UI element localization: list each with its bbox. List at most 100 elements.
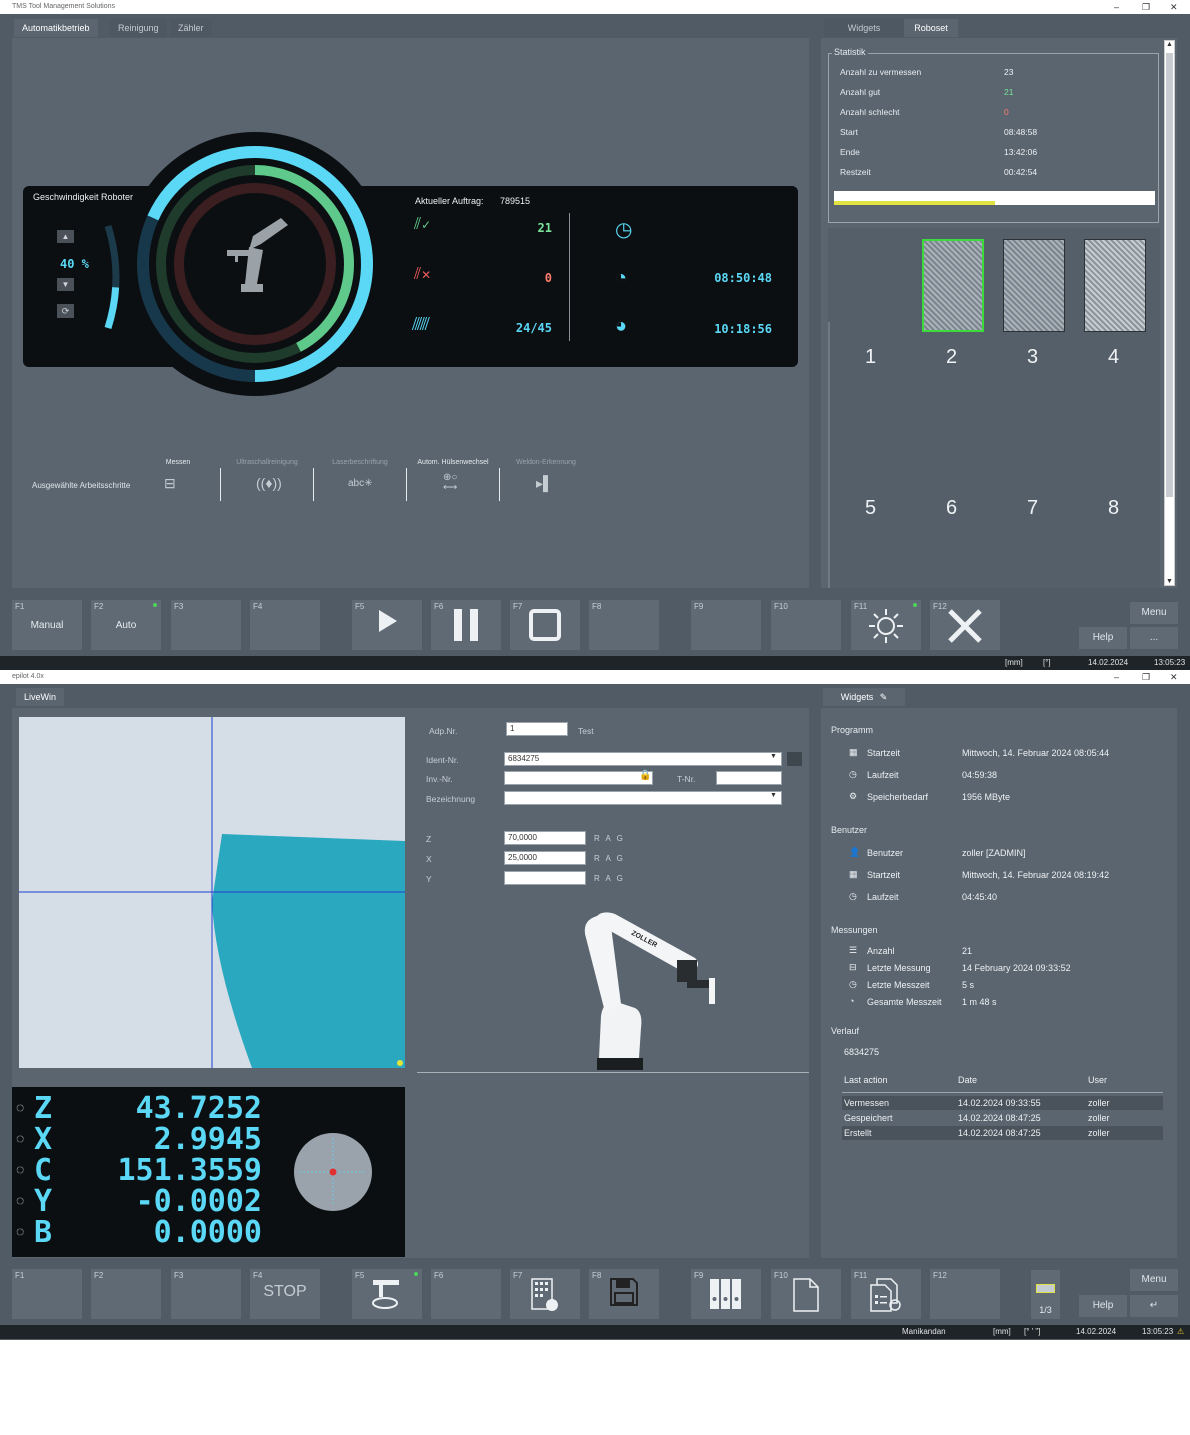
fkey-f9[interactable]: F9: [691, 600, 761, 650]
tab-automatikbetrieb[interactable]: Automatikbetrieb: [14, 19, 98, 37]
fkey-f2[interactable]: F2: [91, 1269, 161, 1319]
help-button[interactable]: Help: [1079, 627, 1127, 649]
fkey-f12[interactable]: F12: [930, 1269, 1000, 1319]
bezeichnung-field[interactable]: [504, 791, 782, 805]
table-row[interactable]: Gespeichert 14.02.2024 08:47:25 zoller: [842, 1111, 1163, 1125]
stat-label: Anzahl zu vermessen: [840, 67, 922, 77]
t-nr-label: T-Nr.: [677, 774, 696, 784]
speed-reset-button[interactable]: ⟳: [57, 304, 74, 318]
verlauf-header: Verlauf: [831, 1026, 860, 1036]
weldon-icon[interactable]: ▸▌: [536, 475, 553, 492]
fkey-number: F2: [94, 1271, 104, 1280]
fkey-f6[interactable]: F6: [431, 600, 501, 650]
sleeve-change-icon[interactable]: ⊕○ ⟷: [443, 473, 457, 493]
vertical-scrollbar[interactable]: ▲ ▼: [1164, 40, 1175, 586]
tab-livewin[interactable]: LiveWin: [16, 688, 65, 706]
close-window-button[interactable]: ✕: [1170, 0, 1178, 14]
t-nr-field[interactable]: [716, 771, 782, 785]
fkey-f10[interactable]: F10: [771, 1269, 841, 1319]
adp-field[interactable]: 1: [506, 722, 568, 736]
speed-gauge: [104, 224, 120, 330]
list-icon: ☰: [849, 945, 858, 955]
fkey-f5[interactable]: F5: [352, 600, 422, 650]
axis-value: 43.7252: [135, 1091, 262, 1126]
bezeichnung-dropdown-icon[interactable]: ▼: [770, 792, 777, 799]
page-indicator[interactable]: 1/3: [1031, 1270, 1060, 1319]
fkey-label: Manual: [30, 620, 64, 631]
fkey-f7[interactable]: F7: [510, 600, 580, 650]
fkey-f6[interactable]: F6: [431, 1269, 501, 1319]
magazine-slot-3[interactable]: [1003, 239, 1065, 332]
p-lauf-label: Laufzeit: [867, 770, 899, 780]
minimize-button[interactable]: –: [1114, 0, 1119, 14]
axis-probe-icon: ◌: [16, 1223, 25, 1239]
fkey-f12[interactable]: F12: [930, 600, 1000, 650]
scroll-thumb[interactable]: [1166, 53, 1173, 497]
more-button[interactable]: ...: [1130, 627, 1178, 649]
warning-icon[interactable]: ⚠: [1177, 1325, 1184, 1339]
fkey-f3[interactable]: F3: [171, 1269, 241, 1319]
fkey-f8[interactable]: F8: [589, 1269, 659, 1319]
tab-widgets[interactable]: Widgets ✎: [823, 688, 905, 706]
enter-button[interactable]: ↵: [1130, 1295, 1178, 1317]
tab-widgets[interactable]: Widgets: [824, 19, 904, 37]
fkey-f11[interactable]: F11: [851, 1269, 921, 1319]
magazine-slot-4[interactable]: [1084, 239, 1146, 332]
ident-dropdown-icon[interactable]: ▼: [770, 753, 777, 760]
x-rag: R A G: [594, 854, 625, 863]
tab-zaehler[interactable]: Zähler: [170, 19, 212, 37]
menu-button[interactable]: Menu: [1130, 1269, 1178, 1291]
adp-label: Adp.Nr.: [429, 726, 458, 736]
fkey-f4[interactable]: F4: [250, 600, 320, 650]
speed-up-button[interactable]: ▲: [57, 230, 74, 243]
pencil-icon[interactable]: ✎: [880, 692, 888, 702]
scroll-down-arrow[interactable]: ▼: [1166, 578, 1173, 585]
maximize-button[interactable]: ❐: [1142, 0, 1150, 14]
x-field[interactable]: 25,0000: [504, 851, 586, 865]
minimize-button[interactable]: –: [1114, 670, 1119, 684]
fkey-f2[interactable]: F2 Auto: [91, 600, 161, 650]
fkey-f10[interactable]: F10: [771, 600, 841, 650]
z-label: Z: [426, 834, 432, 844]
close-window-button[interactable]: ✕: [1170, 670, 1178, 684]
laser-abc-icon[interactable]: abc✳: [348, 478, 373, 489]
maximize-button[interactable]: ❐: [1142, 670, 1150, 684]
page-number: 1/3: [1039, 1305, 1052, 1315]
z-field[interactable]: 70,0000: [504, 831, 586, 845]
fkey-number: F4: [253, 1271, 263, 1280]
table-row[interactable]: Vermessen 14.02.2024 09:33:55 zoller: [842, 1096, 1163, 1110]
p-lauf-value: 04:59:38: [962, 770, 998, 780]
fkey-f1[interactable]: F1 Manual: [12, 600, 82, 650]
messungen-header: Messungen: [831, 925, 878, 935]
slot-number-3: 3: [1027, 346, 1039, 368]
fkey-f7[interactable]: F7: [510, 1269, 580, 1319]
fkey-f4[interactable]: F4 STOP: [250, 1269, 320, 1319]
tab-reinigung[interactable]: Reinigung: [110, 19, 167, 37]
ident-field[interactable]: 6834275: [504, 752, 782, 766]
fkey-f3[interactable]: F3: [171, 600, 241, 650]
fkey-f11[interactable]: F11: [851, 600, 921, 650]
fkey-f9[interactable]: F9: [691, 1269, 761, 1319]
inv-field[interactable]: [504, 771, 653, 785]
tab-roboset[interactable]: Roboset: [904, 19, 958, 37]
fkey-f1[interactable]: F1: [12, 1269, 82, 1319]
fkey-f5[interactable]: F5: [352, 1269, 422, 1319]
fkey-number: F6: [434, 1271, 444, 1280]
table-row[interactable]: Erstellt 14.02.2024 08:47:25 zoller: [842, 1126, 1163, 1140]
step-messen-icon[interactable]: ⊟: [164, 475, 176, 492]
fkey-f8[interactable]: F8: [589, 600, 659, 650]
ultrasonic-drop-icon[interactable]: ((♦)): [256, 475, 282, 491]
active-indicator: [153, 603, 157, 607]
help-button[interactable]: Help: [1079, 1295, 1127, 1317]
status-time: 13:05:23: [1154, 658, 1186, 667]
b-start-value: Mittwoch, 14. Februar 2024 08:19:42: [962, 870, 1110, 880]
y-field[interactable]: [504, 871, 586, 885]
menu-button[interactable]: Menu: [1130, 602, 1178, 624]
total-count: 24/45: [515, 321, 552, 335]
scroll-up-arrow[interactable]: ▲: [1166, 41, 1173, 48]
magazine-slot-2[interactable]: [922, 239, 984, 332]
speed-down-button[interactable]: ▼: [57, 278, 74, 291]
stat-label: Anzahl schlecht: [840, 107, 900, 117]
fkey-number: F8: [592, 602, 602, 611]
ident-extra-button[interactable]: [787, 752, 802, 766]
